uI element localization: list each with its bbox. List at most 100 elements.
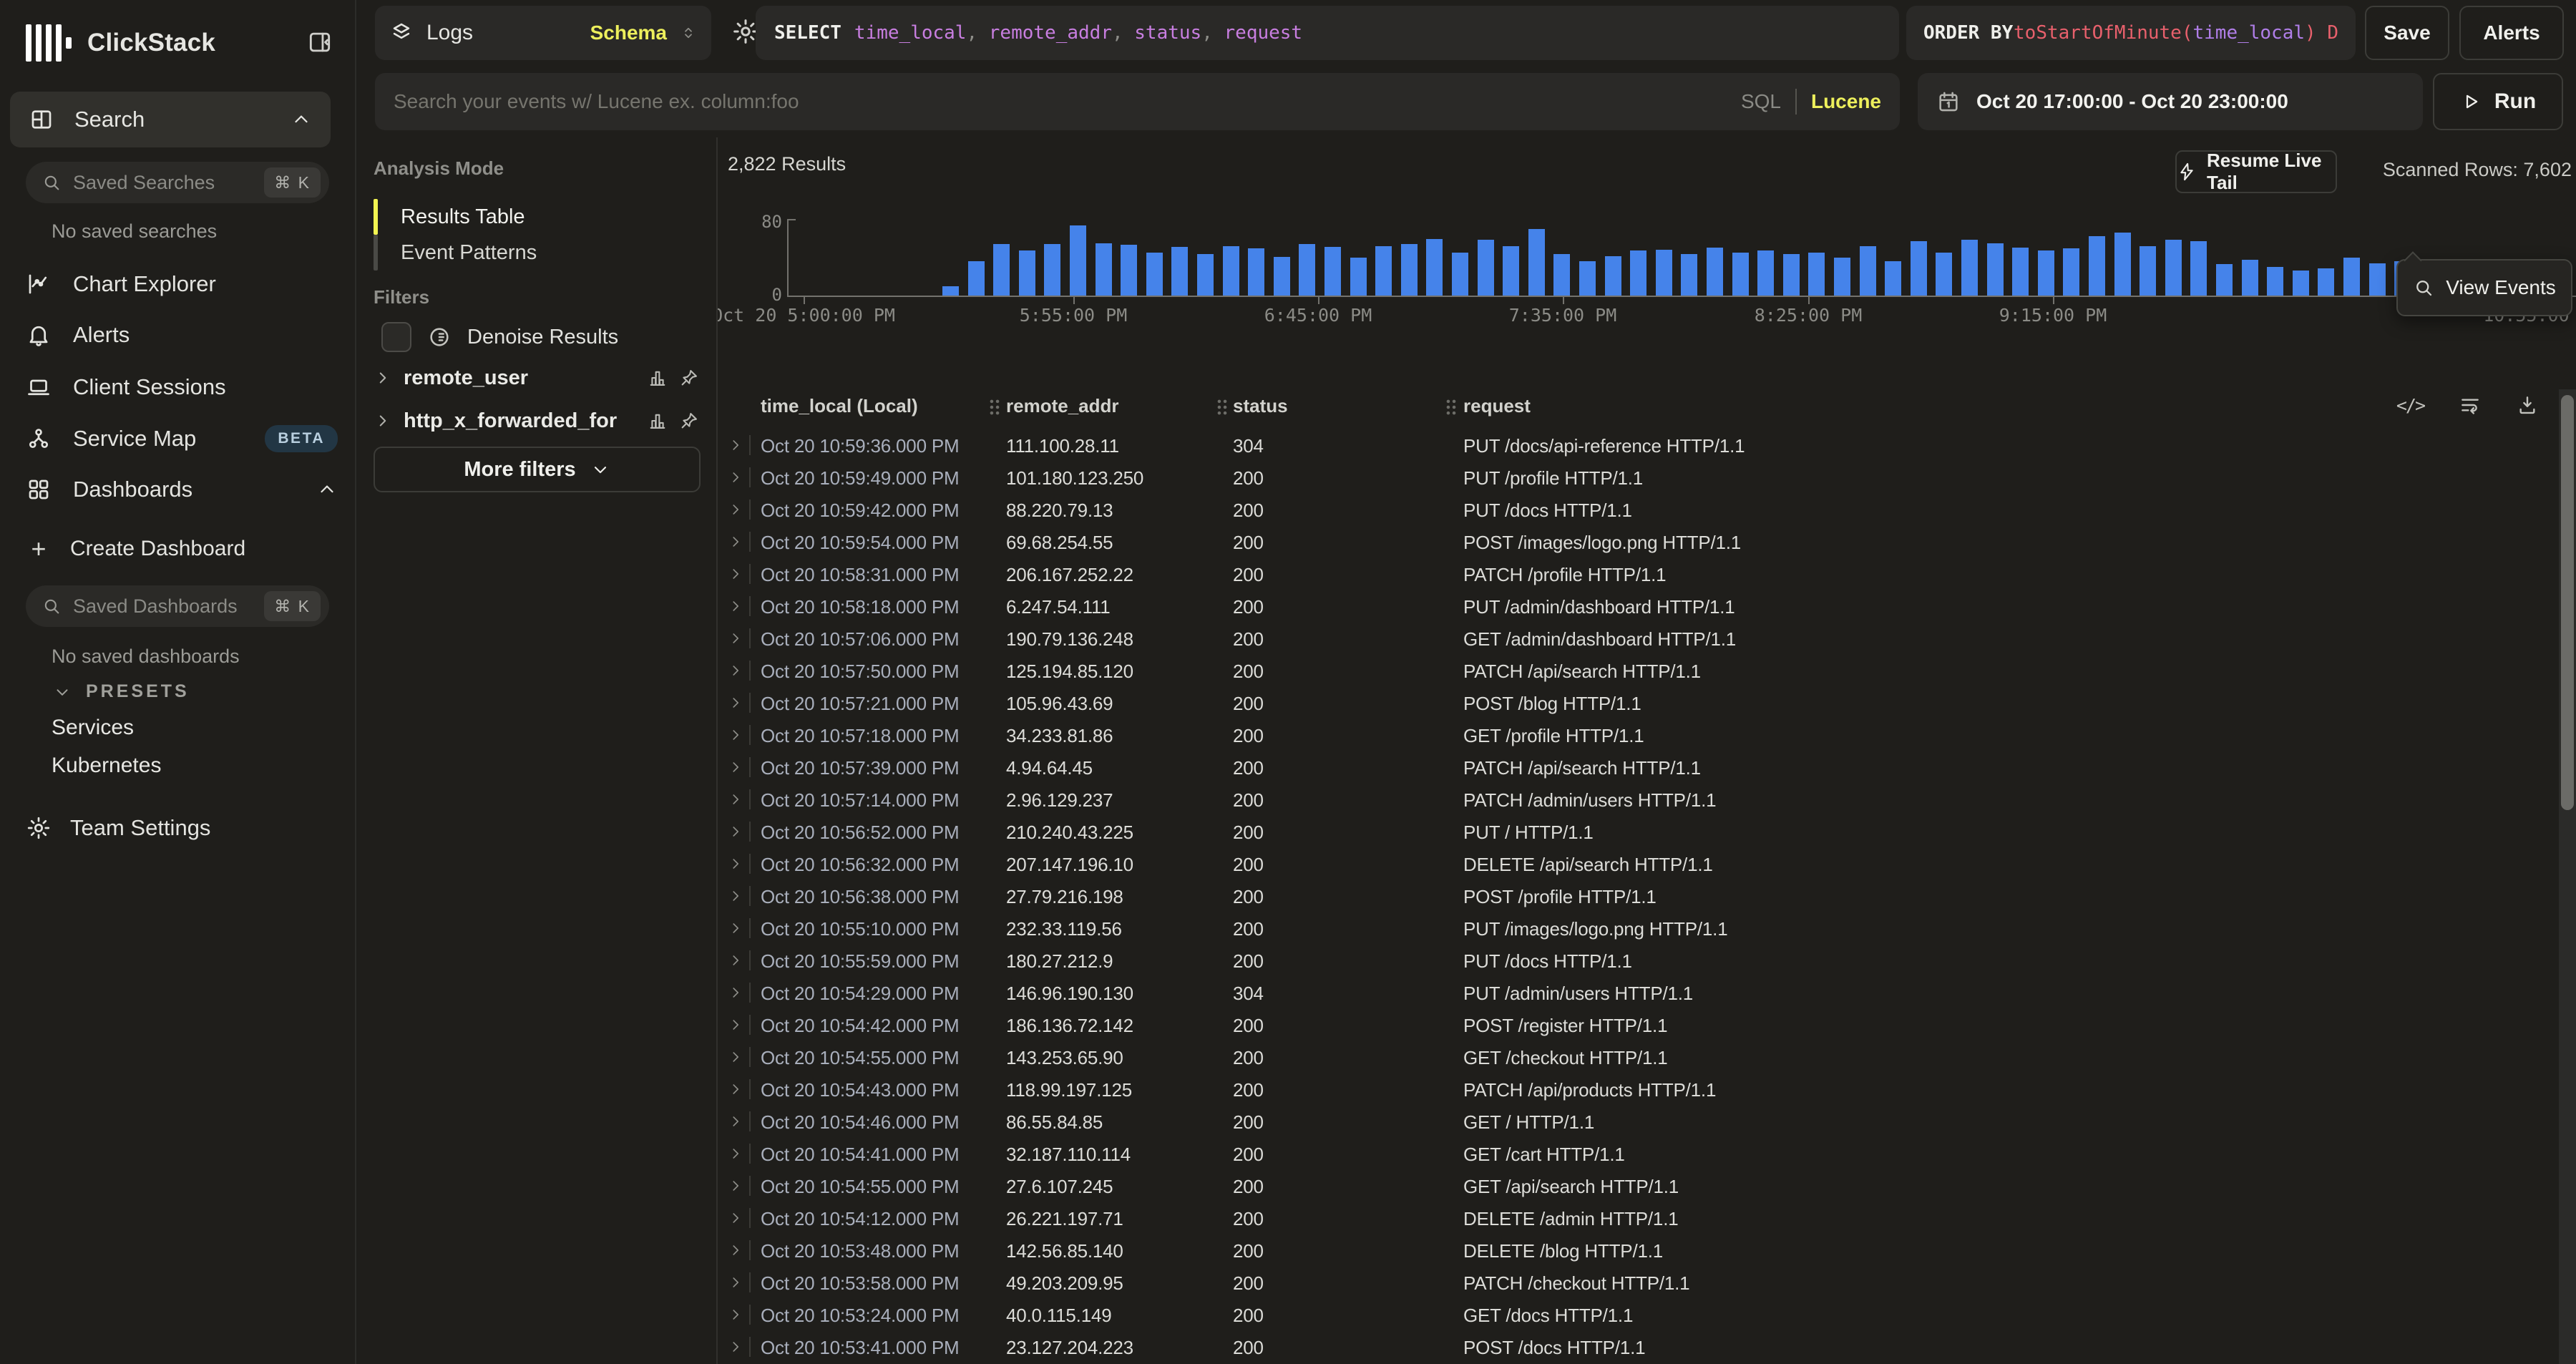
column-header-remote-addr[interactable]: remote_addr	[1006, 395, 1119, 417]
histogram-bar[interactable]	[2063, 248, 2079, 296]
histogram-bar[interactable]	[1783, 254, 1800, 296]
histogram-bar[interactable]	[1019, 250, 1035, 296]
bar-chart-icon[interactable]	[648, 411, 668, 431]
column-header-request[interactable]: request	[1463, 395, 1531, 417]
table-row[interactable]: Oct 20 10:54:12.000 PM26.221.197.71200DE…	[718, 1202, 2557, 1234]
save-button[interactable]: Save	[2365, 6, 2449, 60]
histogram-bar[interactable]	[2343, 258, 2360, 296]
column-drag-handle[interactable]	[987, 398, 1002, 416]
table-row[interactable]: Oct 20 10:55:59.000 PM180.27.212.9200PUT…	[718, 945, 2557, 977]
table-row[interactable]: Oct 20 10:57:39.000 PM4.94.64.45200PATCH…	[718, 751, 2557, 784]
table-row[interactable]: Oct 20 10:53:48.000 PM142.56.85.140200DE…	[718, 1234, 2557, 1267]
sidebar-item-search[interactable]: Search	[10, 92, 331, 147]
row-expand-chevron[interactable]	[728, 920, 743, 936]
pin-icon[interactable]	[679, 411, 699, 431]
histogram-bar[interactable]	[1605, 256, 1621, 296]
row-expand-chevron[interactable]	[728, 695, 743, 711]
column-drag-handle[interactable]	[1443, 398, 1459, 416]
row-expand-chevron[interactable]	[728, 1146, 743, 1161]
histogram-bar[interactable]	[993, 244, 1010, 296]
alerts-button[interactable]: Alerts	[2459, 6, 2564, 60]
histogram-bar[interactable]	[2293, 271, 2309, 296]
presets-toggle[interactable]: PRESETS	[53, 681, 190, 702]
row-expand-chevron[interactable]	[728, 437, 743, 453]
table-row[interactable]: Oct 20 10:59:36.000 PM111.100.28.11304PU…	[718, 429, 2557, 462]
histogram-bar[interactable]	[942, 286, 959, 296]
row-expand-chevron[interactable]	[728, 630, 743, 646]
table-row[interactable]: Oct 20 10:56:52.000 PM210.240.43.225200P…	[718, 816, 2557, 848]
histogram-bar[interactable]	[2089, 236, 2105, 296]
sidebar-collapse-icon[interactable]	[306, 29, 333, 56]
histogram-bar[interactable]	[1452, 253, 1468, 296]
preset-item-services[interactable]: Services	[52, 716, 134, 740]
histogram-bar[interactable]	[1579, 261, 1596, 296]
row-expand-chevron[interactable]	[728, 791, 743, 807]
column-drag-handle[interactable]	[1214, 398, 1230, 416]
histogram-bar[interactable]	[1528, 229, 1545, 296]
denoise-checkbox[interactable]	[381, 322, 411, 352]
table-row[interactable]: Oct 20 10:53:41.000 PM23.127.204.223200P…	[718, 1331, 2557, 1363]
mode-results-table[interactable]: Results Table	[374, 199, 702, 235]
histogram-bar[interactable]	[2114, 233, 2131, 296]
histogram-bar[interactable]	[2165, 240, 2182, 296]
row-expand-chevron[interactable]	[728, 598, 743, 614]
time-range-picker[interactable]: Oct 20 17:00:00 - Oct 20 23:00:00	[1918, 73, 2423, 130]
row-expand-chevron[interactable]	[728, 469, 743, 485]
table-row[interactable]: Oct 20 10:54:41.000 PM32.187.110.114200G…	[718, 1138, 2557, 1170]
pin-icon[interactable]	[679, 368, 699, 388]
table-row[interactable]: Oct 20 10:59:49.000 PM101.180.123.250200…	[718, 462, 2557, 494]
histogram-bar[interactable]	[1274, 257, 1290, 296]
histogram-bar[interactable]	[1324, 247, 1341, 296]
table-row[interactable]: Oct 20 10:57:18.000 PM34.233.81.86200GET…	[718, 719, 2557, 751]
team-settings-button[interactable]: Team Settings	[26, 805, 338, 851]
histogram-bar[interactable]	[2369, 263, 2386, 296]
table-row[interactable]: Oct 20 10:59:42.000 PM88.220.79.13200PUT…	[718, 494, 2557, 526]
histogram-bar[interactable]	[1375, 246, 1392, 296]
histogram-bar[interactable]	[1732, 253, 1749, 296]
table-row[interactable]: Oct 20 10:59:54.000 PM69.68.254.55200POS…	[718, 526, 2557, 558]
histogram-bar[interactable]	[968, 261, 985, 296]
filter-group-http-x-forwarded-for[interactable]: http_x_forwarded_for	[374, 401, 699, 441]
code-view-icon[interactable]: </>	[2396, 395, 2424, 416]
table-row[interactable]: Oct 20 10:58:18.000 PM6.247.54.111200PUT…	[718, 590, 2557, 623]
row-expand-chevron[interactable]	[728, 1081, 743, 1097]
histogram-bar[interactable]	[1350, 258, 1367, 296]
row-expand-chevron[interactable]	[728, 759, 743, 775]
histogram-bar[interactable]	[1808, 253, 1825, 296]
histogram-bar[interactable]	[2318, 268, 2334, 296]
row-expand-chevron[interactable]	[728, 1049, 743, 1065]
wrap-lines-icon[interactable]	[2459, 394, 2482, 416]
histogram-bar[interactable]	[2242, 260, 2258, 296]
column-header-time-local[interactable]: time_local (Local)	[761, 395, 918, 417]
table-row[interactable]: Oct 20 10:53:24.000 PM40.0.115.149200GET…	[718, 1299, 2557, 1331]
scrollbar-thumb[interactable]	[2561, 395, 2574, 810]
row-expand-chevron[interactable]	[728, 824, 743, 839]
table-row[interactable]: Oct 20 10:54:46.000 PM86.55.84.85200GET …	[718, 1106, 2557, 1138]
histogram-bar[interactable]	[1885, 261, 1901, 296]
table-row[interactable]: Oct 20 10:56:32.000 PM207.147.196.10200D…	[718, 848, 2557, 880]
row-expand-chevron[interactable]	[728, 502, 743, 517]
histogram-bar[interactable]	[1681, 254, 1697, 296]
row-expand-chevron[interactable]	[728, 1114, 743, 1129]
sidebar-item-service-map[interactable]: Service Map BETA	[26, 416, 338, 462]
histogram-bar[interactable]	[1096, 243, 1112, 296]
select-expression-input[interactable]: SELECT time_local, remote_addr, status, …	[756, 6, 1899, 60]
row-expand-chevron[interactable]	[728, 1178, 743, 1194]
denoise-results-option[interactable]: Denoise Results	[381, 318, 702, 356]
sidebar-item-alerts[interactable]: Alerts	[26, 312, 338, 358]
histogram-bar[interactable]	[1299, 244, 1315, 296]
preset-item-kubernetes[interactable]: Kubernetes	[52, 754, 161, 778]
table-row[interactable]: Oct 20 10:53:58.000 PM49.203.209.95200PA…	[718, 1267, 2557, 1299]
table-row[interactable]: Oct 20 10:57:06.000 PM190.79.136.248200G…	[718, 623, 2557, 655]
vertical-scrollbar[interactable]	[2559, 389, 2576, 1364]
table-row[interactable]: Oct 20 10:54:43.000 PM118.99.197.125200P…	[718, 1073, 2557, 1106]
histogram-bar[interactable]	[1478, 240, 1494, 296]
saved-searches-input[interactable]: Saved Searches ⌘ K	[26, 162, 329, 203]
histogram-bar[interactable]	[1936, 253, 1952, 296]
histogram-bar[interactable]	[1757, 250, 1774, 296]
lucene-language-toggle[interactable]: Lucene	[1811, 90, 1881, 113]
sql-language-toggle[interactable]: SQL	[1741, 90, 1781, 113]
table-row[interactable]: Oct 20 10:54:42.000 PM186.136.72.142200P…	[718, 1009, 2557, 1041]
sidebar-item-dashboards[interactable]: Dashboards	[26, 467, 338, 512]
table-row[interactable]: Oct 20 10:56:38.000 PM27.79.216.198200PO…	[718, 880, 2557, 912]
